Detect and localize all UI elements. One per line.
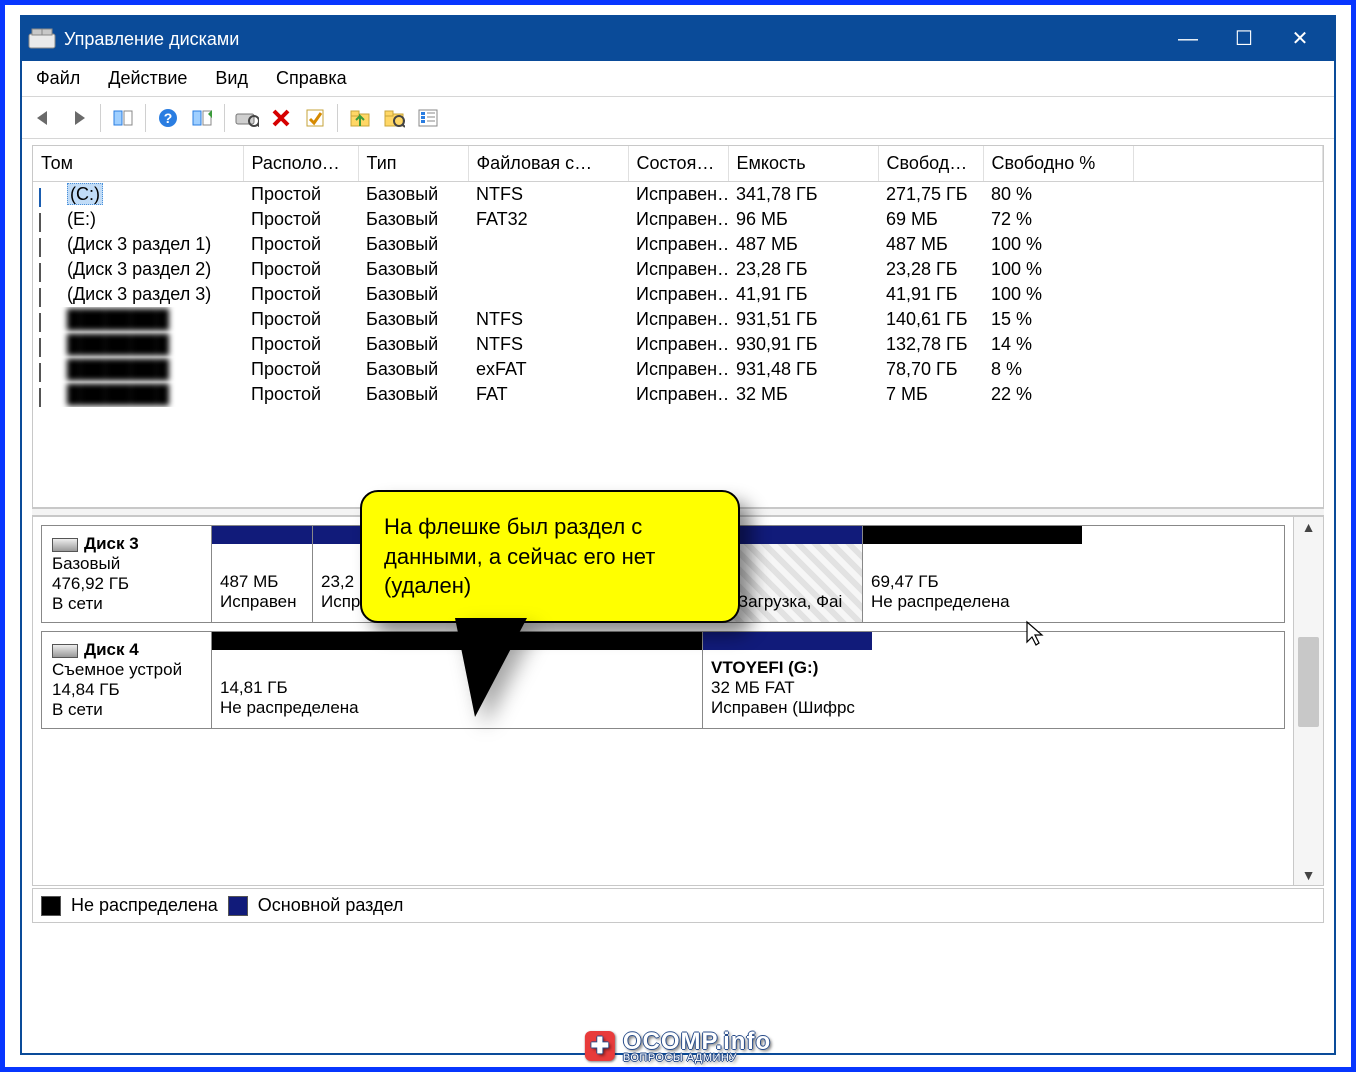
legend: Не распределена Основной раздел (32, 888, 1324, 923)
toolbar: ? (22, 97, 1334, 139)
table-row[interactable]: (Диск 3 раздел 3)ПростойБазовыйИсправен…… (33, 282, 1323, 307)
table-row[interactable]: (E:)ПростойБазовыйFAT32Исправен…96 МБ69 … (33, 207, 1323, 232)
menu-action[interactable]: Действие (108, 68, 187, 89)
table-row[interactable]: (Диск 3 раздел 2)ПростойБазовыйИсправен…… (33, 257, 1323, 282)
legend-primary: Основной раздел (258, 895, 404, 916)
disk-label: Диск 4 Съемное устрой 14,84 ГБ В сети (42, 632, 212, 728)
svg-text:?: ? (164, 110, 173, 126)
vertical-scrollbar[interactable]: ▲ ▼ (1293, 517, 1323, 885)
disk-size: 14,84 ГБ (52, 680, 201, 700)
disk-icon (52, 538, 78, 552)
disk-icon (52, 644, 78, 658)
table-row[interactable]: (Диск 3 раздел 1)ПростойБазовыйИсправен…… (33, 232, 1323, 257)
show-hide-console-button[interactable] (107, 102, 139, 134)
col-volume[interactable]: Том (33, 146, 243, 182)
scroll-down-icon[interactable]: ▼ (1294, 867, 1323, 883)
open-button[interactable] (378, 102, 410, 134)
col-capacity[interactable]: Емкость (728, 146, 878, 182)
explore-button[interactable] (344, 102, 376, 134)
disk-status: В сети (52, 700, 201, 720)
app-icon (28, 28, 56, 50)
annotation-callout: На флешке был раздел с данными, а сейчас… (360, 490, 740, 623)
maximize-button[interactable]: ☐ (1216, 17, 1272, 61)
legend-swatch-unallocated (41, 896, 61, 916)
table-row[interactable]: ████████ПростойБазовыйexFATИсправен…931,… (33, 357, 1323, 382)
legend-swatch-primary (228, 896, 248, 916)
callout-text: На флешке был раздел с данными, а сейчас… (384, 514, 655, 598)
list-button[interactable] (412, 102, 444, 134)
legend-unallocated: Не распределена (71, 895, 218, 916)
forward-button[interactable] (62, 102, 94, 134)
col-status[interactable]: Состояние (628, 146, 728, 182)
scroll-up-icon[interactable]: ▲ (1294, 519, 1323, 535)
minimize-button[interactable]: ― (1160, 17, 1216, 61)
menu-view[interactable]: Вид (215, 68, 248, 89)
window-title: Управление дисками (64, 29, 1160, 50)
help-button[interactable]: ? (152, 102, 184, 134)
table-row[interactable]: ████████ПростойБазовыйNTFSИсправен…931,5… (33, 307, 1323, 332)
delete-button[interactable] (265, 102, 297, 134)
col-layout[interactable]: Располож… (243, 146, 358, 182)
mouse-cursor-icon (1025, 620, 1045, 652)
menubar: Файл Действие Вид Справка (22, 61, 1334, 97)
disk-size: 476,92 ГБ (52, 574, 201, 594)
watermark-icon: ✚ (585, 1031, 615, 1061)
watermark-text: OCOMP.info (623, 1028, 771, 1055)
titlebar: Управление дисками ― ☐ ✕ (22, 17, 1334, 61)
disk-kind: Базовый (52, 554, 201, 574)
disk-name: Диск 3 (84, 534, 139, 553)
close-button[interactable]: ✕ (1272, 17, 1328, 61)
scrollbar-thumb[interactable] (1298, 637, 1319, 727)
table-row[interactable]: ████████ПростойБазовыйFATИсправен…32 МБ7… (33, 382, 1323, 407)
properties-button[interactable] (299, 102, 331, 134)
col-type[interactable]: Тип (358, 146, 468, 182)
disk-kind: Съемное устрой (52, 660, 201, 680)
disk-status: В сети (52, 594, 201, 614)
refresh-button[interactable] (186, 102, 218, 134)
col-fs[interactable]: Файловая с… (468, 146, 628, 182)
scan-disks-button[interactable] (231, 102, 263, 134)
disk-label: Диск 3 Базовый 476,92 ГБ В сети (42, 526, 212, 622)
disk-row-4[interactable]: Диск 4 Съемное устрой 14,84 ГБ В сети 14… (41, 631, 1285, 729)
partition[interactable]: 487 МБИсправен (212, 526, 312, 622)
partition[interactable]: 69,47 ГБНе распределена (862, 526, 1082, 622)
watermark: ✚ OCOMP.info ВОПРОСЫ АДМИНУ (585, 1028, 771, 1064)
menu-file[interactable]: Файл (36, 68, 80, 89)
col-freepct[interactable]: Свободно % (983, 146, 1133, 182)
table-row[interactable]: ████████ПростойБазовыйNTFSИсправен…930,9… (33, 332, 1323, 357)
volume-list: Том Располож… Тип Файловая с… Состояние … (32, 145, 1324, 508)
table-row[interactable]: (C:)ПростойБазовыйNTFSИсправен…341,78 ГБ… (33, 182, 1323, 208)
col-free[interactable]: Свобод… (878, 146, 983, 182)
back-button[interactable] (28, 102, 60, 134)
menu-help[interactable]: Справка (276, 68, 347, 89)
partition[interactable]: VTOYEFI (G:)32 МБ FATИсправен (Шифрс (702, 632, 872, 728)
disk-name: Диск 4 (84, 640, 139, 659)
